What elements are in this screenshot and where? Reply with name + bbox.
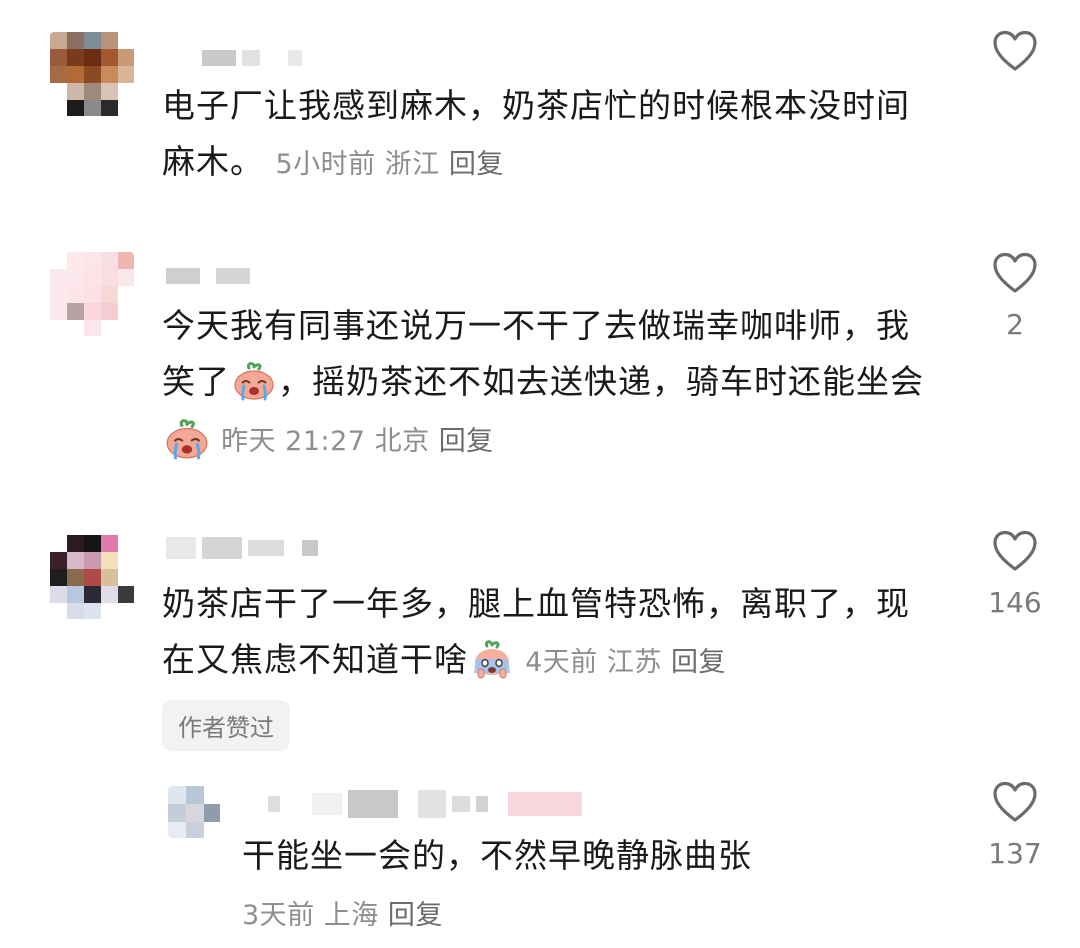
reply-button[interactable]: 回复 [449, 149, 504, 180]
comment-location: 江苏 [606, 647, 662, 678]
like-button[interactable]: 146 [985, 530, 1045, 619]
heart-outline-icon [993, 530, 1037, 571]
like-button[interactable]: 137 [985, 781, 1045, 870]
like-count: 2 [1006, 308, 1024, 341]
like-count: 137 [988, 837, 1042, 870]
reply-button[interactable]: 回复 [388, 900, 443, 931]
heart-outline-icon [993, 252, 1037, 293]
comment-text: 奶茶店干了一年多，腿上血管特恐怖，离职了，现 在又焦虑不知道干啥 4天前 江苏 … [162, 584, 910, 679]
scared-face-emoji [474, 640, 510, 679]
username-masked[interactable] [166, 537, 318, 559]
reply-text: 干能坐一会的，不然早晚静脉曲张 [242, 836, 752, 875]
username-masked[interactable] [268, 790, 582, 818]
reply-button[interactable]: 回复 [671, 647, 726, 678]
comment-location: 浙江 [384, 149, 440, 180]
comment-meta: 昨天 21:27 北京 回复 [162, 418, 494, 460]
like-button[interactable] [985, 30, 1045, 86]
comment-time: 3天前 [242, 900, 315, 931]
username-masked[interactable] [202, 50, 302, 66]
comment-time: 4天前 [525, 647, 598, 678]
reply-button[interactable]: 回复 [439, 426, 494, 457]
like-button[interactable]: 2 [985, 252, 1045, 341]
comment-meta: 5小时前 浙江 回复 [276, 149, 504, 180]
comment-meta: 3天前 上海 回复 [242, 893, 443, 932]
comment-location: 上海 [323, 900, 379, 931]
author-liked-badge: 作者赞过 [162, 700, 290, 751]
comment-list: 电子厂让我感到麻木，奶茶店忙的时候根本没时间 麻木。 5小时前 浙江 回复 今天… [0, 0, 1080, 948]
comment-time: 昨天 21:27 [221, 426, 366, 457]
avatar[interactable] [168, 786, 220, 838]
crying-face-emoji [166, 419, 208, 460]
comment-time: 5小时前 [275, 149, 376, 180]
crying-face-emoji [234, 362, 274, 401]
comment-text: 电子厂让我感到麻木，奶茶店忙的时候根本没时间 麻木。 5小时前 浙江 回复 [162, 86, 910, 181]
avatar[interactable] [50, 535, 134, 619]
avatar[interactable] [50, 252, 134, 336]
comment-location: 北京 [374, 426, 430, 457]
heart-outline-icon [993, 30, 1037, 71]
like-count: 146 [988, 586, 1042, 619]
comment-text: 今天我有同事还说万一不干了去做瑞幸咖啡师，我 笑了 ，摇奶茶还不如去送快递，骑车… [162, 306, 924, 401]
comment-meta: 4天前 江苏 回复 [516, 647, 726, 678]
username-masked[interactable] [166, 268, 250, 284]
avatar[interactable] [50, 32, 134, 116]
heart-outline-icon [993, 781, 1037, 822]
